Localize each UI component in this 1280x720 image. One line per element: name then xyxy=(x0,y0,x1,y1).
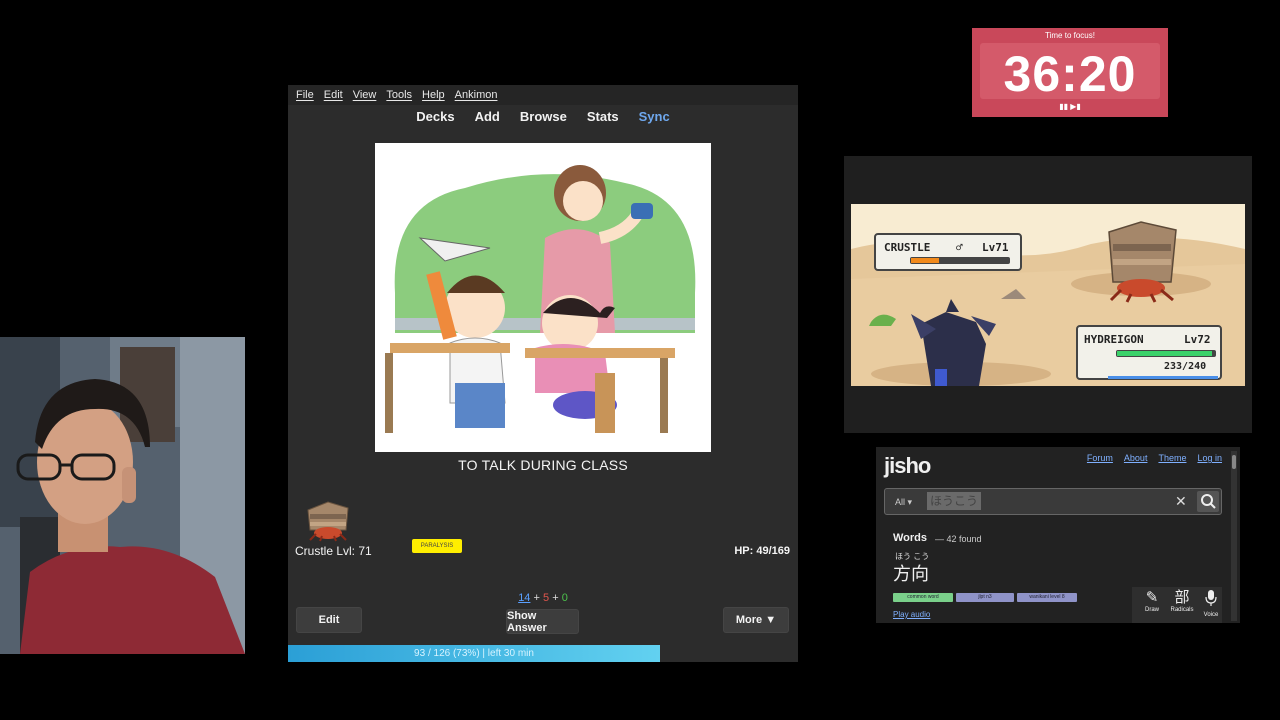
player-hp-box: HYDREIGON Lv72 233/240 xyxy=(1076,325,1222,380)
menu-help[interactable]: Help xyxy=(422,89,445,101)
draw-icon: ✎ xyxy=(1145,589,1159,606)
learning-count: 5 xyxy=(543,592,550,604)
anki-window: File Edit View Tools Help Ankimon Decks … xyxy=(288,85,798,662)
player-hp-fill xyxy=(1117,351,1212,356)
menu-tools[interactable]: Tools xyxy=(386,89,412,101)
show-answer-button[interactable]: Show Answer xyxy=(506,609,579,634)
tag-common: common word xyxy=(893,593,953,602)
nav-about[interactable]: About xyxy=(1124,453,1148,463)
toolbar-sync[interactable]: Sync xyxy=(639,109,670,124)
new-count: 14 xyxy=(518,592,531,604)
progress-text: 93 / 126 (73%) | left 30 min xyxy=(414,648,534,659)
jisho-nav: Forum About Theme Log in xyxy=(1087,453,1222,463)
word-kanji: 方向 xyxy=(893,564,929,584)
status-badge: PARALYSIS xyxy=(412,539,462,553)
toolbar-browse[interactable]: Browse xyxy=(520,109,567,124)
search-button[interactable] xyxy=(1197,491,1219,512)
tag-jlpt: jlpt n3 xyxy=(956,593,1014,602)
draw-tool[interactable]: ✎ Draw xyxy=(1139,589,1165,613)
enemy-hp-fill xyxy=(911,258,939,263)
card-answer-text: TO TALK DURING CLASS xyxy=(458,457,628,473)
player-hp-text: 233/240 xyxy=(1164,361,1207,372)
radicals-tool[interactable]: 部 Radicals xyxy=(1169,589,1195,613)
search-icon xyxy=(1201,494,1216,509)
edit-button[interactable]: Edit xyxy=(296,607,362,633)
menu-file[interactable]: File xyxy=(296,89,314,101)
scrollbar[interactable] xyxy=(1231,451,1237,621)
timer-countdown: 36:20 xyxy=(1003,46,1137,102)
jisho-logo[interactable]: jisho xyxy=(884,453,931,479)
search-filter-select[interactable]: All ▾ xyxy=(895,497,912,508)
nav-theme[interactable]: Theme xyxy=(1158,453,1186,463)
focus-timer: Time to focus! 36:20 ▮▮ ▶▮ xyxy=(972,28,1168,117)
enemy-hp-box: CRUSTLE ♂ Lv71 xyxy=(874,233,1022,271)
menubar: File Edit View Tools Help Ankimon xyxy=(288,85,798,105)
search-bar: All ▾ ほうこう ✕ xyxy=(884,488,1222,515)
tag-wanikani: wanikani level 8 xyxy=(1017,593,1077,602)
play-audio-link[interactable]: Play audio xyxy=(893,610,930,619)
jisho-window: jisho Forum About Theme Log in All ▾ ほうこ… xyxy=(876,447,1240,623)
menu-edit[interactable]: Edit xyxy=(324,89,343,101)
results-heading: Words xyxy=(893,532,928,544)
voice-tool[interactable]: Voice xyxy=(1198,589,1224,618)
plus-sign: + xyxy=(533,592,540,604)
timer-title: Time to focus! xyxy=(1045,31,1095,40)
webcam-feed xyxy=(0,337,245,654)
enemy-gender: ♂ xyxy=(956,241,963,254)
toolbar-stats[interactable]: Stats xyxy=(587,109,619,124)
card-illustration xyxy=(375,143,711,452)
crustle-sprite xyxy=(302,500,354,542)
more-button[interactable]: More ▼ xyxy=(723,607,789,633)
toolbar-decks[interactable]: Decks xyxy=(416,109,454,124)
player-exp-bar xyxy=(1108,376,1218,379)
nav-login[interactable]: Log in xyxy=(1197,453,1222,463)
search-input[interactable]: ほうこう xyxy=(927,492,982,510)
hp-readout: HP: 49/169 xyxy=(734,545,790,557)
battle-scene: CRUSTLE ♂ Lv71 HYDREIGON Lv72 233/240 xyxy=(851,204,1245,386)
microphone-icon xyxy=(1198,589,1224,612)
scrollbar-thumb[interactable] xyxy=(1232,455,1236,469)
review-counts: 14 + 5 + 0 xyxy=(288,592,798,604)
menu-view[interactable]: View xyxy=(353,89,377,101)
menu-ankimon[interactable]: Ankimon xyxy=(455,89,498,101)
toolbar-add[interactable]: Add xyxy=(475,109,500,124)
timer-controls[interactable]: ▮▮ ▶▮ xyxy=(972,102,1168,111)
voice-label: Voice xyxy=(1203,612,1219,618)
player-hp-track xyxy=(1116,350,1216,357)
plus-sign: + xyxy=(552,592,559,604)
review-count: 0 xyxy=(561,592,568,604)
enemy-name: CRUSTLE xyxy=(884,241,931,254)
enemy-hp-track xyxy=(910,257,1010,264)
clear-icon[interactable]: ✕ xyxy=(1175,493,1187,510)
player-name: HYDREIGON xyxy=(1084,333,1144,346)
main-toolbar: Decks Add Browse Stats Sync xyxy=(288,105,798,127)
enemy-level: Lv71 xyxy=(982,241,1009,254)
player-level: Lv72 xyxy=(1184,333,1211,346)
nav-forum[interactable]: Forum xyxy=(1087,453,1113,463)
radicals-icon: 部 xyxy=(1174,589,1190,606)
results-count: — 42 found xyxy=(935,534,982,544)
radicals-label: Radicals xyxy=(1170,607,1194,613)
monster-name-level: Crustle Lvl: 71 xyxy=(295,544,372,558)
draw-label: Draw xyxy=(1144,607,1159,613)
